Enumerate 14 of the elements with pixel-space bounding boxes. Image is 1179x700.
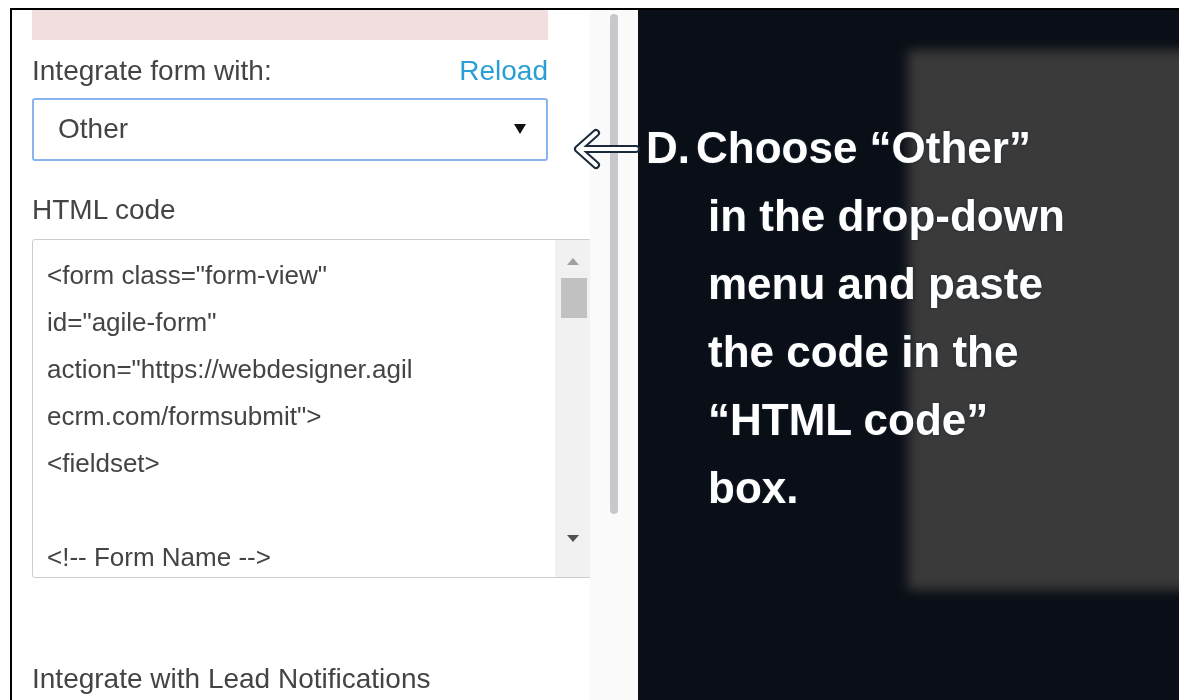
caret-icon [514, 124, 526, 135]
field-label: Integrate form with: [32, 54, 272, 89]
scrollbar-thumb[interactable] [610, 14, 618, 514]
annotation-text: “HTML code” [707, 394, 990, 446]
integration-dropdown[interactable]: Other [32, 98, 548, 161]
section-label: Integrate with Lead Notifications [32, 662, 432, 696]
annotation-text: Choose “Other” [696, 122, 1032, 174]
annotation-text: in the drop-down [707, 190, 1065, 242]
annotation-text: menu and paste [707, 258, 1044, 310]
step-marker: D. [646, 122, 690, 174]
annotation-text: the code in the [707, 326, 1020, 378]
code-field[interactable]: <form class="form-view" id="agile-form" action="https://webdesigner.agil ecrm.com/formsubmit"> <fieldset> <!-- Form Name --> [32, 238, 592, 578]
field-label: HTML code [32, 192, 177, 227]
annotation-text: box. [707, 462, 800, 514]
